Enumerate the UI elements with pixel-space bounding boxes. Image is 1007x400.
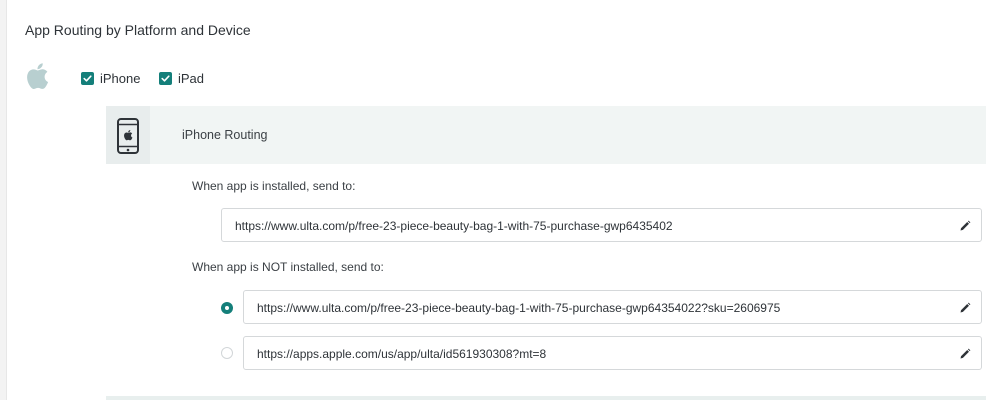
app-routing-panel: App Routing by Platform and Device iPhon… — [6, 0, 1007, 400]
check-icon — [161, 75, 170, 82]
smartphone-icon — [117, 118, 139, 154]
device-icon-box — [106, 106, 150, 164]
not-installed-option-radio-1[interactable] — [221, 302, 233, 314]
pencil-icon[interactable] — [959, 220, 971, 232]
not-installed-label: When app is NOT installed, send to: — [192, 260, 384, 274]
pencil-icon[interactable] — [959, 302, 971, 314]
not-installed-url-value-1: https://www.ulta.com/p/free-23-piece-bea… — [257, 301, 781, 315]
routing-title: iPhone Routing — [182, 128, 268, 142]
apple-icon — [27, 63, 49, 89]
next-section-edge — [106, 396, 986, 400]
pencil-icon[interactable] — [959, 348, 971, 360]
section-title: App Routing by Platform and Device — [25, 22, 251, 38]
iphone-routing-header: iPhone Routing — [106, 106, 986, 164]
iphone-checkbox[interactable] — [81, 72, 94, 85]
check-icon — [83, 75, 92, 82]
installed-label: When app is installed, send to: — [192, 179, 356, 193]
not-installed-url-field-1[interactable]: https://www.ulta.com/p/free-23-piece-bea… — [243, 290, 982, 324]
not-installed-option-radio-2[interactable] — [221, 347, 233, 359]
not-installed-url-value-2: https://apps.apple.com/us/app/ulta/id561… — [257, 347, 547, 361]
ipad-checkbox-label[interactable]: iPad — [178, 71, 204, 86]
installed-url-value: https://www.ulta.com/p/free-23-piece-bea… — [235, 219, 673, 233]
iphone-checkbox-label[interactable]: iPhone — [100, 71, 140, 86]
installed-url-field[interactable]: https://www.ulta.com/p/free-23-piece-bea… — [221, 208, 982, 242]
not-installed-url-field-2[interactable]: https://apps.apple.com/us/app/ulta/id561… — [243, 336, 982, 370]
ipad-checkbox[interactable] — [159, 72, 172, 85]
